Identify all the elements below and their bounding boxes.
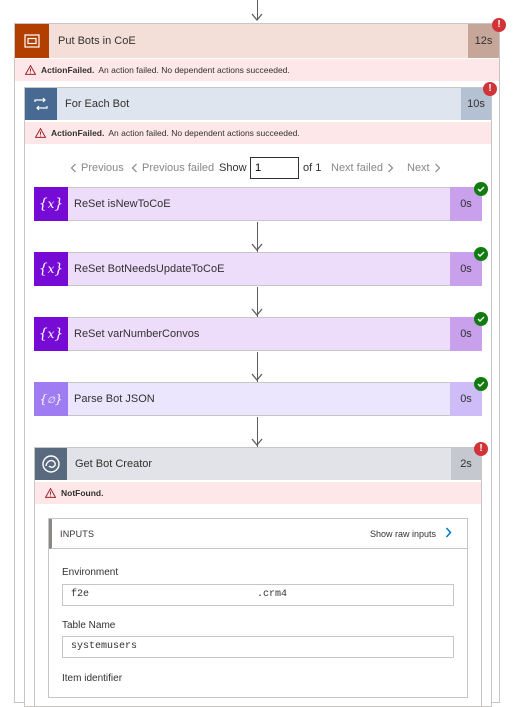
step-title: ReSet isNewToCoE (74, 198, 171, 210)
step-title: ReSet BotNeedsUpdateToCoE (74, 263, 225, 275)
arrow-down-icon (251, 373, 263, 381)
inputs-title: INPUTS (60, 529, 95, 539)
arrow-down-icon (251, 308, 263, 316)
put-bots-error-banner: ActionFailed. An action failed. No depen… (15, 59, 499, 81)
put-bots-action-title: Put Bots in CoE (58, 35, 136, 47)
get-bot-creator-title: Get Bot Creator (75, 458, 153, 470)
chevron-right-icon (388, 163, 394, 173)
previous-failed-button[interactable]: Previous failed (131, 156, 214, 180)
of-label: of 1 (303, 162, 322, 174)
show-raw-inputs-label: Show raw inputs (370, 529, 437, 539)
success-check-icon (474, 312, 488, 326)
variable-icon: {x} (34, 317, 68, 351)
error-badge-icon: ! (483, 82, 497, 96)
arrow-down-icon (251, 243, 263, 251)
chevron-left-icon (70, 163, 76, 173)
error-message: An action failed. No dependent actions s… (108, 128, 300, 138)
previous-button[interactable]: Previous (70, 156, 124, 180)
environment-label: Environment (62, 567, 119, 578)
show-raw-inputs-link[interactable]: Show raw inputs (370, 519, 452, 549)
dataverse-icon (35, 448, 67, 480)
for-each-bot-title: For Each Bot (65, 98, 130, 110)
next-failed-button[interactable]: Next failed (331, 156, 394, 180)
arrow-down-icon (251, 13, 263, 21)
environment-field: f2e .crm4 (62, 584, 454, 606)
data-operation-icon: {∅} (34, 382, 68, 416)
variable-icon: {x} (34, 252, 68, 286)
previous-label: Previous (81, 162, 124, 174)
variable-icon: {x} (34, 187, 68, 221)
item-identifier-label: Item identifier (62, 673, 123, 684)
for-each-error-banner: ActionFailed. An action failed. No depen… (25, 122, 491, 144)
table-name-field: systemusers (62, 636, 454, 658)
success-check-icon (474, 377, 488, 391)
warning-icon (45, 488, 56, 498)
warning-icon (25, 65, 36, 75)
error-badge-icon: ! (492, 18, 506, 32)
error-code: ActionFailed. (41, 65, 95, 75)
arrow-down-icon (251, 438, 263, 446)
error-code: NotFound. (61, 488, 104, 498)
previous-failed-label: Previous failed (142, 162, 215, 174)
chevron-left-icon (131, 163, 137, 173)
loop-icon (25, 88, 57, 120)
step-title: ReSet varNumberConvos (74, 328, 200, 340)
error-badge-icon: ! (474, 442, 488, 456)
next-button[interactable]: Next (407, 156, 441, 180)
environment-value-start: f2e (71, 589, 90, 600)
environment-value-end: .crm4 (257, 589, 288, 600)
next-failed-label: Next failed (331, 162, 383, 174)
error-code: ActionFailed. (51, 128, 105, 138)
get-bot-creator-error-banner: NotFound. (35, 482, 481, 504)
success-check-icon (474, 182, 488, 196)
show-label: Show (219, 162, 247, 174)
chevron-right-icon (434, 163, 440, 173)
chevron-right-icon (445, 527, 452, 538)
scope-icon (15, 24, 49, 58)
step-title: Parse Bot JSON (74, 393, 155, 405)
success-check-icon (474, 247, 488, 261)
page-number-input[interactable] (250, 157, 299, 179)
next-label: Next (407, 162, 430, 174)
warning-icon (35, 128, 46, 138)
table-name-label: Table Name (62, 620, 116, 631)
error-message: An action failed. No dependent actions s… (98, 65, 290, 75)
